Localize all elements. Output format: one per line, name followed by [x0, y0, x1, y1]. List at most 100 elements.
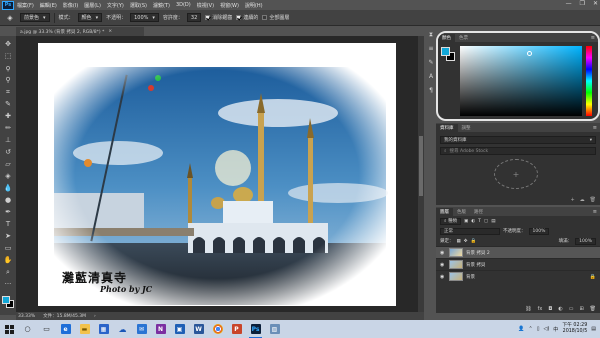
panel-menu-icon[interactable]: ≡	[593, 125, 597, 131]
blend-mode-select[interactable]: 正常	[440, 227, 500, 235]
search-icon[interactable]: ○	[18, 320, 37, 338]
adjustment-layer-icon[interactable]: ◐	[558, 306, 562, 312]
quick-select-tool-icon[interactable]: ⚲	[3, 75, 13, 85]
healing-brush-tool-icon[interactable]: ✚	[3, 111, 13, 121]
all-layers-checkbox[interactable]: 全部圖層	[262, 14, 289, 21]
clone-stamp-tool-icon[interactable]: ⊥	[3, 135, 13, 145]
menu-edit[interactable]: 編輯(E)	[40, 2, 57, 9]
character-icon[interactable]: A	[428, 73, 435, 80]
history-brush-tool-icon[interactable]: ↺	[3, 147, 13, 157]
layer-kind-filter[interactable]: ⌕ 種類	[440, 217, 461, 225]
antialias-checkbox[interactable]: 消除鋸齒	[205, 14, 232, 21]
maximize-icon[interactable]: ❐	[580, 0, 585, 7]
menu-layer[interactable]: 圖層(L)	[84, 2, 101, 9]
layer-item[interactable]: ◉ 背景 拷貝	[436, 258, 600, 270]
document-tab[interactable]: a.jpg @ 33.3% (背景 拷貝 2, RGB/8*) * ×	[16, 27, 144, 36]
close-tab-icon[interactable]: ×	[108, 29, 112, 34]
start-button[interactable]	[0, 320, 18, 338]
add-content-icon[interactable]: +	[570, 197, 574, 203]
mode-select[interactable]: 顏色 ▾	[77, 13, 103, 22]
layer-item[interactable]: ◉ 背景 拷貝 2	[436, 246, 600, 258]
brush-tool-icon[interactable]: ✏	[3, 123, 13, 133]
layer-item[interactable]: ◉ 背景 🔒	[436, 270, 600, 282]
menu-image[interactable]: 影像(I)	[63, 2, 78, 9]
powerpoint-icon[interactable]: P	[227, 320, 246, 338]
eye-icon[interactable]: ◉	[440, 250, 446, 256]
photoshop-taskbar-icon[interactable]: Ps	[246, 320, 265, 338]
edge-icon[interactable]: e	[56, 320, 75, 338]
trash-icon[interactable]: 🗑	[590, 197, 596, 203]
tab-layers[interactable]: 圖層	[436, 208, 453, 216]
history-icon[interactable]: ⧗	[428, 31, 435, 38]
layer-style-icon[interactable]: fx	[538, 306, 543, 312]
pen-tool-icon[interactable]: ✒	[3, 207, 13, 217]
paint-bucket-icon[interactable]: ◈	[4, 13, 16, 23]
close-icon[interactable]: ✕	[593, 0, 598, 7]
tab-adjustments[interactable]: 調整	[458, 124, 475, 132]
store-icon[interactable]: ▦	[94, 320, 113, 338]
hand-tool-icon[interactable]: ✋	[3, 255, 13, 265]
menu-filter[interactable]: 濾鏡(T)	[153, 2, 170, 9]
canvas-area[interactable]: 灘藍清真寺 Photo by JC	[16, 36, 418, 312]
cloud-icon[interactable]: ☁	[580, 197, 585, 203]
color-swatches[interactable]	[1, 295, 15, 309]
word-icon[interactable]: W	[189, 320, 208, 338]
onedrive-icon[interactable]: ☁	[113, 320, 132, 338]
panel-color-swatches[interactable]	[441, 47, 455, 61]
color-picker-marker[interactable]	[527, 51, 532, 56]
chrome-icon[interactable]	[208, 320, 227, 338]
onenote-icon[interactable]: N	[151, 320, 170, 338]
link-layers-icon[interactable]: ⛓	[525, 306, 531, 312]
filter-pixel-icon[interactable]: ▣	[464, 219, 468, 224]
panel-menu-icon[interactable]: ≡	[591, 35, 595, 41]
minimize-icon[interactable]: —	[566, 0, 572, 7]
brush-settings-icon[interactable]: ✎	[428, 59, 435, 66]
menu-type[interactable]: 文字(Y)	[107, 2, 124, 9]
mail-icon[interactable]: ✉	[132, 320, 151, 338]
filter-type-icon[interactable]: T	[478, 219, 481, 224]
foreground-color-swatch[interactable]	[2, 296, 10, 304]
notifications-icon[interactable]: ▤	[591, 326, 596, 332]
people-icon[interactable]: 👤	[518, 326, 524, 332]
add-mask-icon[interactable]: ◘	[548, 306, 552, 312]
eraser-tool-icon[interactable]: ▱	[3, 159, 13, 169]
eye-icon[interactable]: ◉	[440, 274, 446, 280]
tab-paths[interactable]: 路徑	[470, 208, 487, 216]
document-canvas[interactable]: 灘藍清真寺 Photo by JC	[38, 43, 396, 306]
panel-foreground-swatch[interactable]	[441, 47, 450, 56]
chevron-up-icon[interactable]: ⌃	[529, 326, 533, 332]
move-tool-icon[interactable]: ✥	[3, 39, 13, 49]
path-select-tool-icon[interactable]: ➤	[3, 231, 13, 241]
screenshot-tool-icon[interactable]: ▧	[265, 320, 284, 338]
photos-icon[interactable]: ▣	[170, 320, 189, 338]
tab-color[interactable]: 顏色	[438, 34, 455, 42]
library-drop-zone[interactable]: +	[494, 159, 538, 189]
trash-icon[interactable]: 🗑	[590, 306, 596, 312]
scrollbar-thumb[interactable]	[419, 136, 423, 196]
chevron-right-icon[interactable]: ›	[94, 314, 96, 319]
eye-icon[interactable]: ◉	[440, 262, 446, 268]
opacity-field[interactable]: 100% ▾	[130, 13, 159, 22]
filter-shape-icon[interactable]: ▢	[484, 219, 488, 224]
menu-window[interactable]: 視窗(W)	[220, 2, 239, 9]
library-select[interactable]: 我的資料庫 ▾	[440, 136, 596, 144]
blur-tool-icon[interactable]: 💧	[3, 183, 13, 193]
filter-adjustment-icon[interactable]: ◐	[471, 219, 475, 224]
new-group-icon[interactable]: ▭	[569, 306, 574, 312]
tab-swatches[interactable]: 色票	[455, 34, 472, 42]
volume-icon[interactable]: ◁)	[544, 326, 550, 332]
zoom-level[interactable]: 33.33%	[18, 314, 35, 319]
lock-position-icon[interactable]: ✥	[464, 239, 468, 244]
library-search-input[interactable]: ⌕ 搜尋 Adobe Stock	[440, 147, 596, 155]
eyedropper-tool-icon[interactable]: ✎	[3, 99, 13, 109]
paragraph-icon[interactable]: ¶	[428, 87, 435, 94]
lock-all-icon[interactable]: 🔒	[471, 239, 477, 244]
fill-source-select[interactable]: 前景色 ▾	[20, 13, 50, 22]
crop-tool-icon[interactable]: ⌗	[3, 87, 13, 97]
dodge-tool-icon[interactable]: ●	[3, 195, 13, 205]
filter-smart-icon[interactable]: ▤	[491, 219, 495, 224]
tab-channels[interactable]: 色版	[453, 208, 470, 216]
hue-slider[interactable]	[586, 46, 592, 116]
menu-select[interactable]: 選取(S)	[130, 2, 147, 9]
task-view-icon[interactable]: ▭	[37, 320, 56, 338]
